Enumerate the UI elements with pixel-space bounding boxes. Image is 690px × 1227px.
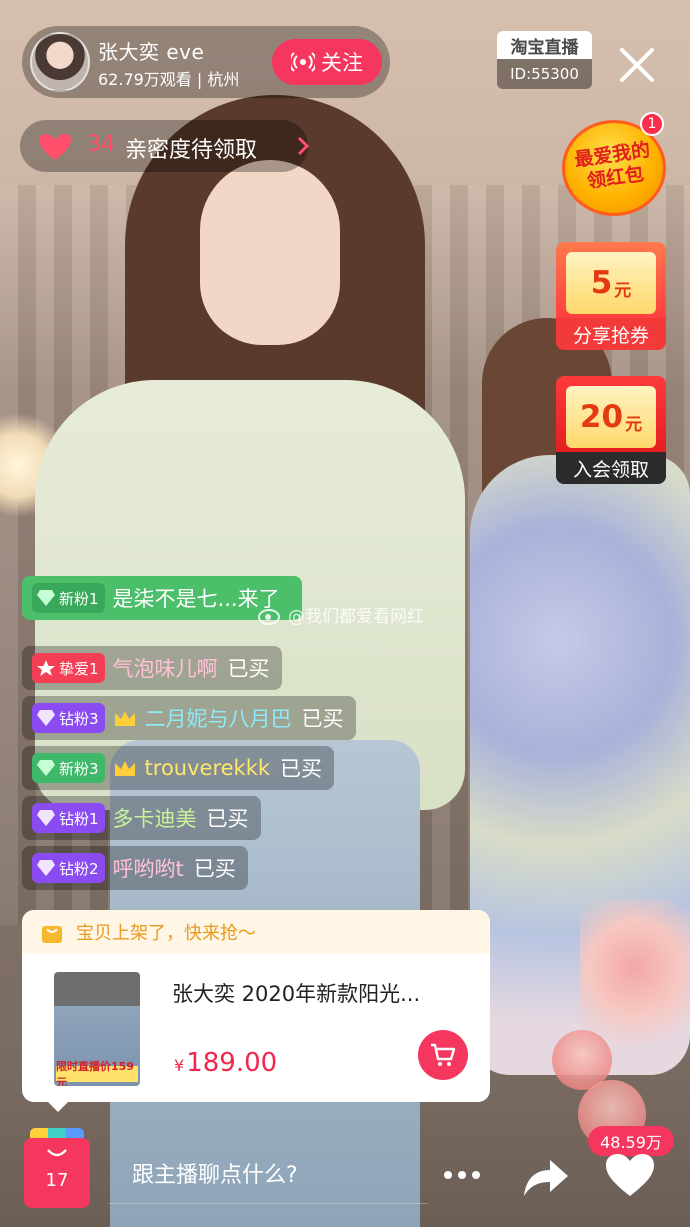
diamond-icon [37,860,55,876]
viewer-count: 62.79万观看 [98,70,192,89]
product-popup-message: 宝贝上架了，快来抢～ [76,923,256,944]
member-coupon-widget[interactable]: 20 元 入会领取 [556,376,666,484]
fan-badge: 钻粉1 [32,803,105,833]
fan-badge-label: 钻粉3 [59,709,99,728]
diamond-icon [37,810,55,826]
chat-username[interactable]: 多卡迪美 [113,803,197,833]
fan-badge-label: 钻粉1 [59,809,99,828]
intimacy-label: 亲密度待领取 [125,138,258,163]
fan-badge: 挚爱1 [32,653,105,683]
fan-badge: 新粉1 [32,583,105,613]
cart-item-count: 17 [45,1170,69,1191]
chevron-right-icon [297,136,310,156]
host-avatar[interactable] [30,32,90,92]
chat-message: 是柒不是七...来了 [112,587,280,611]
share-icon[interactable] [520,1152,570,1200]
shopping-bag-icon [42,926,62,943]
heart-icon [39,134,71,160]
diamond-icon [37,590,55,606]
coupon-label: 分享抢券 [556,318,666,350]
weibo-icon [258,608,280,625]
chat-action: 已买 [301,707,344,731]
room-id: ID:55300 [497,59,592,89]
chat-action: 已买 [206,807,249,831]
price-currency: ¥ [174,1056,185,1075]
coupon-amount: 5 [590,265,613,301]
chat-username[interactable]: 呼哟哟t [113,853,184,883]
coupon-background: 5 元 [556,242,666,318]
diamond-icon [37,760,55,776]
product-popup-header: 宝贝上架了，快来抢～ [22,910,490,954]
shopping-bag-button[interactable]: 17 [24,1128,90,1208]
chat-input-box[interactable] [108,1148,428,1204]
crown-icon [114,761,135,776]
taobao-live-logo: 淘宝直播 [497,31,592,59]
more-icon[interactable] [440,1160,484,1190]
heart-like-icon[interactable] [604,1152,656,1198]
fan-badge-label: 挚爱1 [59,659,99,678]
fan-badge-label: 新粉3 [59,759,99,778]
coupon-ticket: 5 元 [566,252,656,314]
chat-action: 已买 [280,757,323,781]
host-stats: 62.79万观看 | 杭州 [98,66,239,90]
follow-label: 关注 [321,51,363,75]
chat-row: 新粉3 trouverekkk 已买 [22,746,335,790]
chat-action: 已买 [193,857,236,881]
fan-badge: 钻粉2 [32,853,105,883]
coupon-label: 入会领取 [556,452,666,484]
fan-badge-label: 新粉1 [59,589,99,608]
thumbnail-price-tag: 限时直播价159元 [56,1060,138,1086]
star-icon [37,660,55,676]
fan-badge: 钻粉3 [32,703,105,733]
close-icon[interactable] [612,40,662,90]
intimacy-count: 34 [87,132,115,157]
channel-badge: 淘宝直播 ID:55300 [497,31,592,89]
host-info-pill[interactable]: 张大奕 eve 62.79万观看 | 杭州 关注 [22,26,390,98]
chat-action: 已买 [227,657,270,681]
coupon-background: 20 元 [556,376,666,452]
product-popup-card[interactable]: 宝贝上架了，快来抢～ 限时直播价159元 张大奕 2020年新款阳光... ¥1… [22,910,490,1102]
product-title[interactable]: 张大奕 2020年新款阳光... [172,978,462,1008]
chat-row: 钻粉2 呼哟哟t 已买 [22,846,248,890]
chat-row: 钻粉3 二月妮与八月巴 已买 [22,696,356,740]
crown-icon [114,711,135,726]
fan-badge-label: 钻粉2 [59,859,99,878]
chat-row: 挚爱1 气泡味儿啊 已买 [22,646,282,690]
watermark-text: @我们都爱看网红 [288,607,424,627]
product-card-pointer [46,1100,70,1112]
coupon-unit: 元 [614,280,632,301]
watermark: @我们都爱看网红 [258,602,424,627]
product-price: ¥189.00 [174,1048,277,1078]
chat-input[interactable] [132,1163,412,1188]
share-coupon-widget[interactable]: 5 元 分享抢券 [556,242,666,350]
host-face [200,160,340,345]
diamond-icon [37,710,55,726]
host-name: 张大奕 eve [98,40,205,64]
chat-username[interactable]: trouverekkk [145,756,271,780]
price-value: 189.00 [186,1048,278,1078]
red-packet-badge: 1 [640,112,664,136]
coupon-amount: 20 [579,399,624,435]
broadcast-icon [291,52,315,72]
chat-row: 钻粉1 多卡迪美 已买 [22,796,261,840]
chat-username[interactable]: 二月妮与八月巴 [145,703,292,733]
host-location: 杭州 [207,70,240,89]
intimacy-reward-pill[interactable]: 34 亲密度待领取 [20,120,310,172]
red-packet-widget[interactable]: 最爱我的领红包 1 [562,112,666,218]
chat-username[interactable]: 气泡味儿啊 [113,653,218,683]
cart-icon [431,1043,456,1066]
stats-divider: | [196,70,208,89]
coupon-unit: 元 [625,414,643,435]
follow-button[interactable]: 关注 [272,39,382,85]
coupon-ticket: 20 元 [566,386,656,448]
product-thumbnail[interactable]: 限时直播价159元 [54,972,140,1086]
fan-badge: 新粉3 [32,753,105,783]
add-to-cart-button[interactable] [418,1030,468,1080]
bag-smile-icon [47,1149,67,1157]
